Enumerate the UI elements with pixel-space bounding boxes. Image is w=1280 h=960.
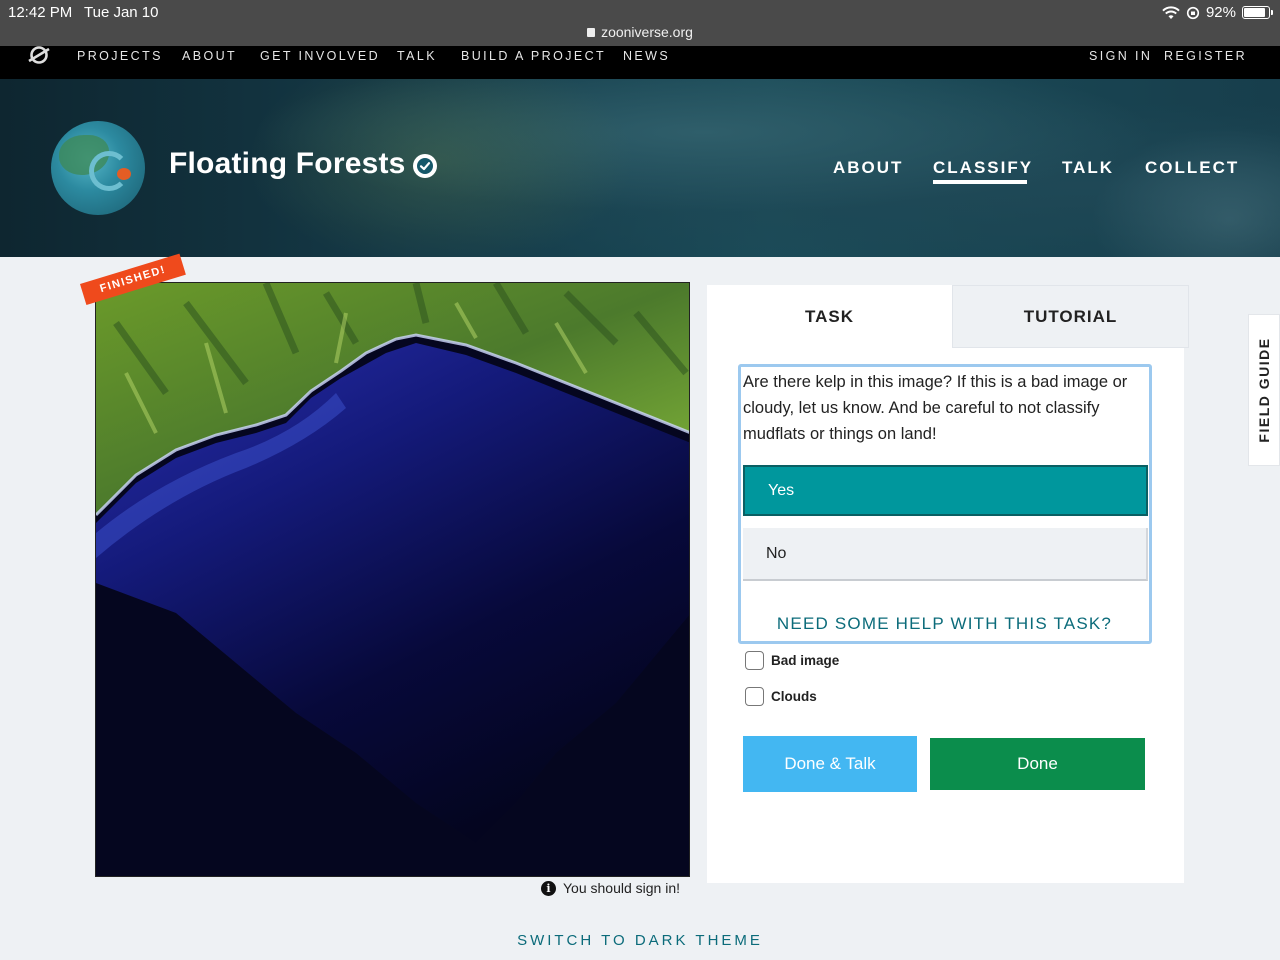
done-and-talk-button[interactable]: Done & Talk <box>743 736 917 792</box>
zooniverse-logo-icon[interactable] <box>27 46 51 66</box>
sign-in-notice: i You should sign in! <box>541 880 680 896</box>
project-nav-classify[interactable]: CLASSIFY <box>933 158 1033 178</box>
bad-image-checkbox[interactable] <box>745 651 764 670</box>
clouds-checkbox[interactable] <box>745 687 764 706</box>
project-header: Floating Forests ABOUT CLASSIFY TALK COL… <box>0 79 1280 257</box>
site-navigation: PROJECTS ABOUT GET INVOLVED TALK BUILD A… <box>0 46 1280 79</box>
bad-image-checkbox-row[interactable]: Bad image <box>745 651 839 670</box>
clouds-label: Clouds <box>771 689 817 704</box>
status-time: 12:42 PM <box>8 4 73 21</box>
lock-icon <box>587 28 596 37</box>
bad-image-label: Bad image <box>771 653 840 668</box>
nav-talk[interactable]: TALK <box>397 49 437 63</box>
active-nav-underline <box>933 180 1027 184</box>
info-icon: i <box>541 880 556 896</box>
answer-yes-label: Yes <box>768 481 795 499</box>
header-background-art-2 <box>1080 119 1280 257</box>
nav-get-involved[interactable]: GET INVOLVED <box>260 49 380 63</box>
done-button[interactable]: Done <box>930 738 1145 790</box>
tab-task[interactable]: TASK <box>707 285 952 348</box>
tab-tutorial[interactable]: TUTORIAL <box>952 285 1189 348</box>
answer-yes-button[interactable]: Yes <box>743 465 1148 516</box>
device-status-bar: 12:42 PM Tue Jan 10 zooniverse.org 92% <box>0 0 1280 46</box>
battery-icon <box>1242 6 1273 19</box>
sign-in-link[interactable]: SIGN IN <box>1089 49 1152 63</box>
verified-badge-icon <box>413 154 437 178</box>
subject-image[interactable] <box>95 282 690 877</box>
project-nav-about[interactable]: ABOUT <box>833 158 903 178</box>
orientation-lock-icon <box>1186 6 1200 19</box>
project-nav-talk[interactable]: TALK <box>1062 158 1114 178</box>
clouds-checkbox-row[interactable]: Clouds <box>745 687 817 706</box>
task-help-link[interactable]: NEED SOME HELP WITH THIS TASK? <box>743 614 1146 634</box>
answer-no-label: No <box>766 544 787 562</box>
project-avatar[interactable] <box>51 121 145 215</box>
project-title[interactable]: Floating Forests <box>169 147 406 181</box>
nav-news[interactable]: NEWS <box>623 49 670 63</box>
satellite-image <box>96 283 689 876</box>
battery-percent: 92% <box>1205 4 1236 21</box>
status-indicators: 92% <box>1162 4 1273 21</box>
answer-no-button[interactable]: No <box>743 528 1148 581</box>
dark-theme-toggle[interactable]: SWITCH TO DARK THEME <box>0 932 1280 949</box>
nav-build-a-project[interactable]: BUILD A PROJECT <box>461 49 606 63</box>
sign-in-notice-text: You should sign in! <box>563 880 681 896</box>
wifi-icon <box>1162 5 1180 19</box>
nav-about[interactable]: ABOUT <box>182 49 237 63</box>
field-guide-label: FIELD GUIDE <box>1256 337 1272 443</box>
project-nav-collect[interactable]: COLLECT <box>1145 158 1239 178</box>
address-bar[interactable]: zooniverse.org <box>0 24 1280 40</box>
task-question: Are there kelp in this image? If this is… <box>743 373 1128 443</box>
address-url: zooniverse.org <box>601 24 693 40</box>
field-guide-tab[interactable]: FIELD GUIDE <box>1248 314 1280 466</box>
register-link[interactable]: REGISTER <box>1164 49 1247 63</box>
nav-projects[interactable]: PROJECTS <box>77 49 163 63</box>
status-date: Tue Jan 10 <box>84 4 159 21</box>
task-tabs: TASK TUTORIAL <box>707 285 1189 348</box>
